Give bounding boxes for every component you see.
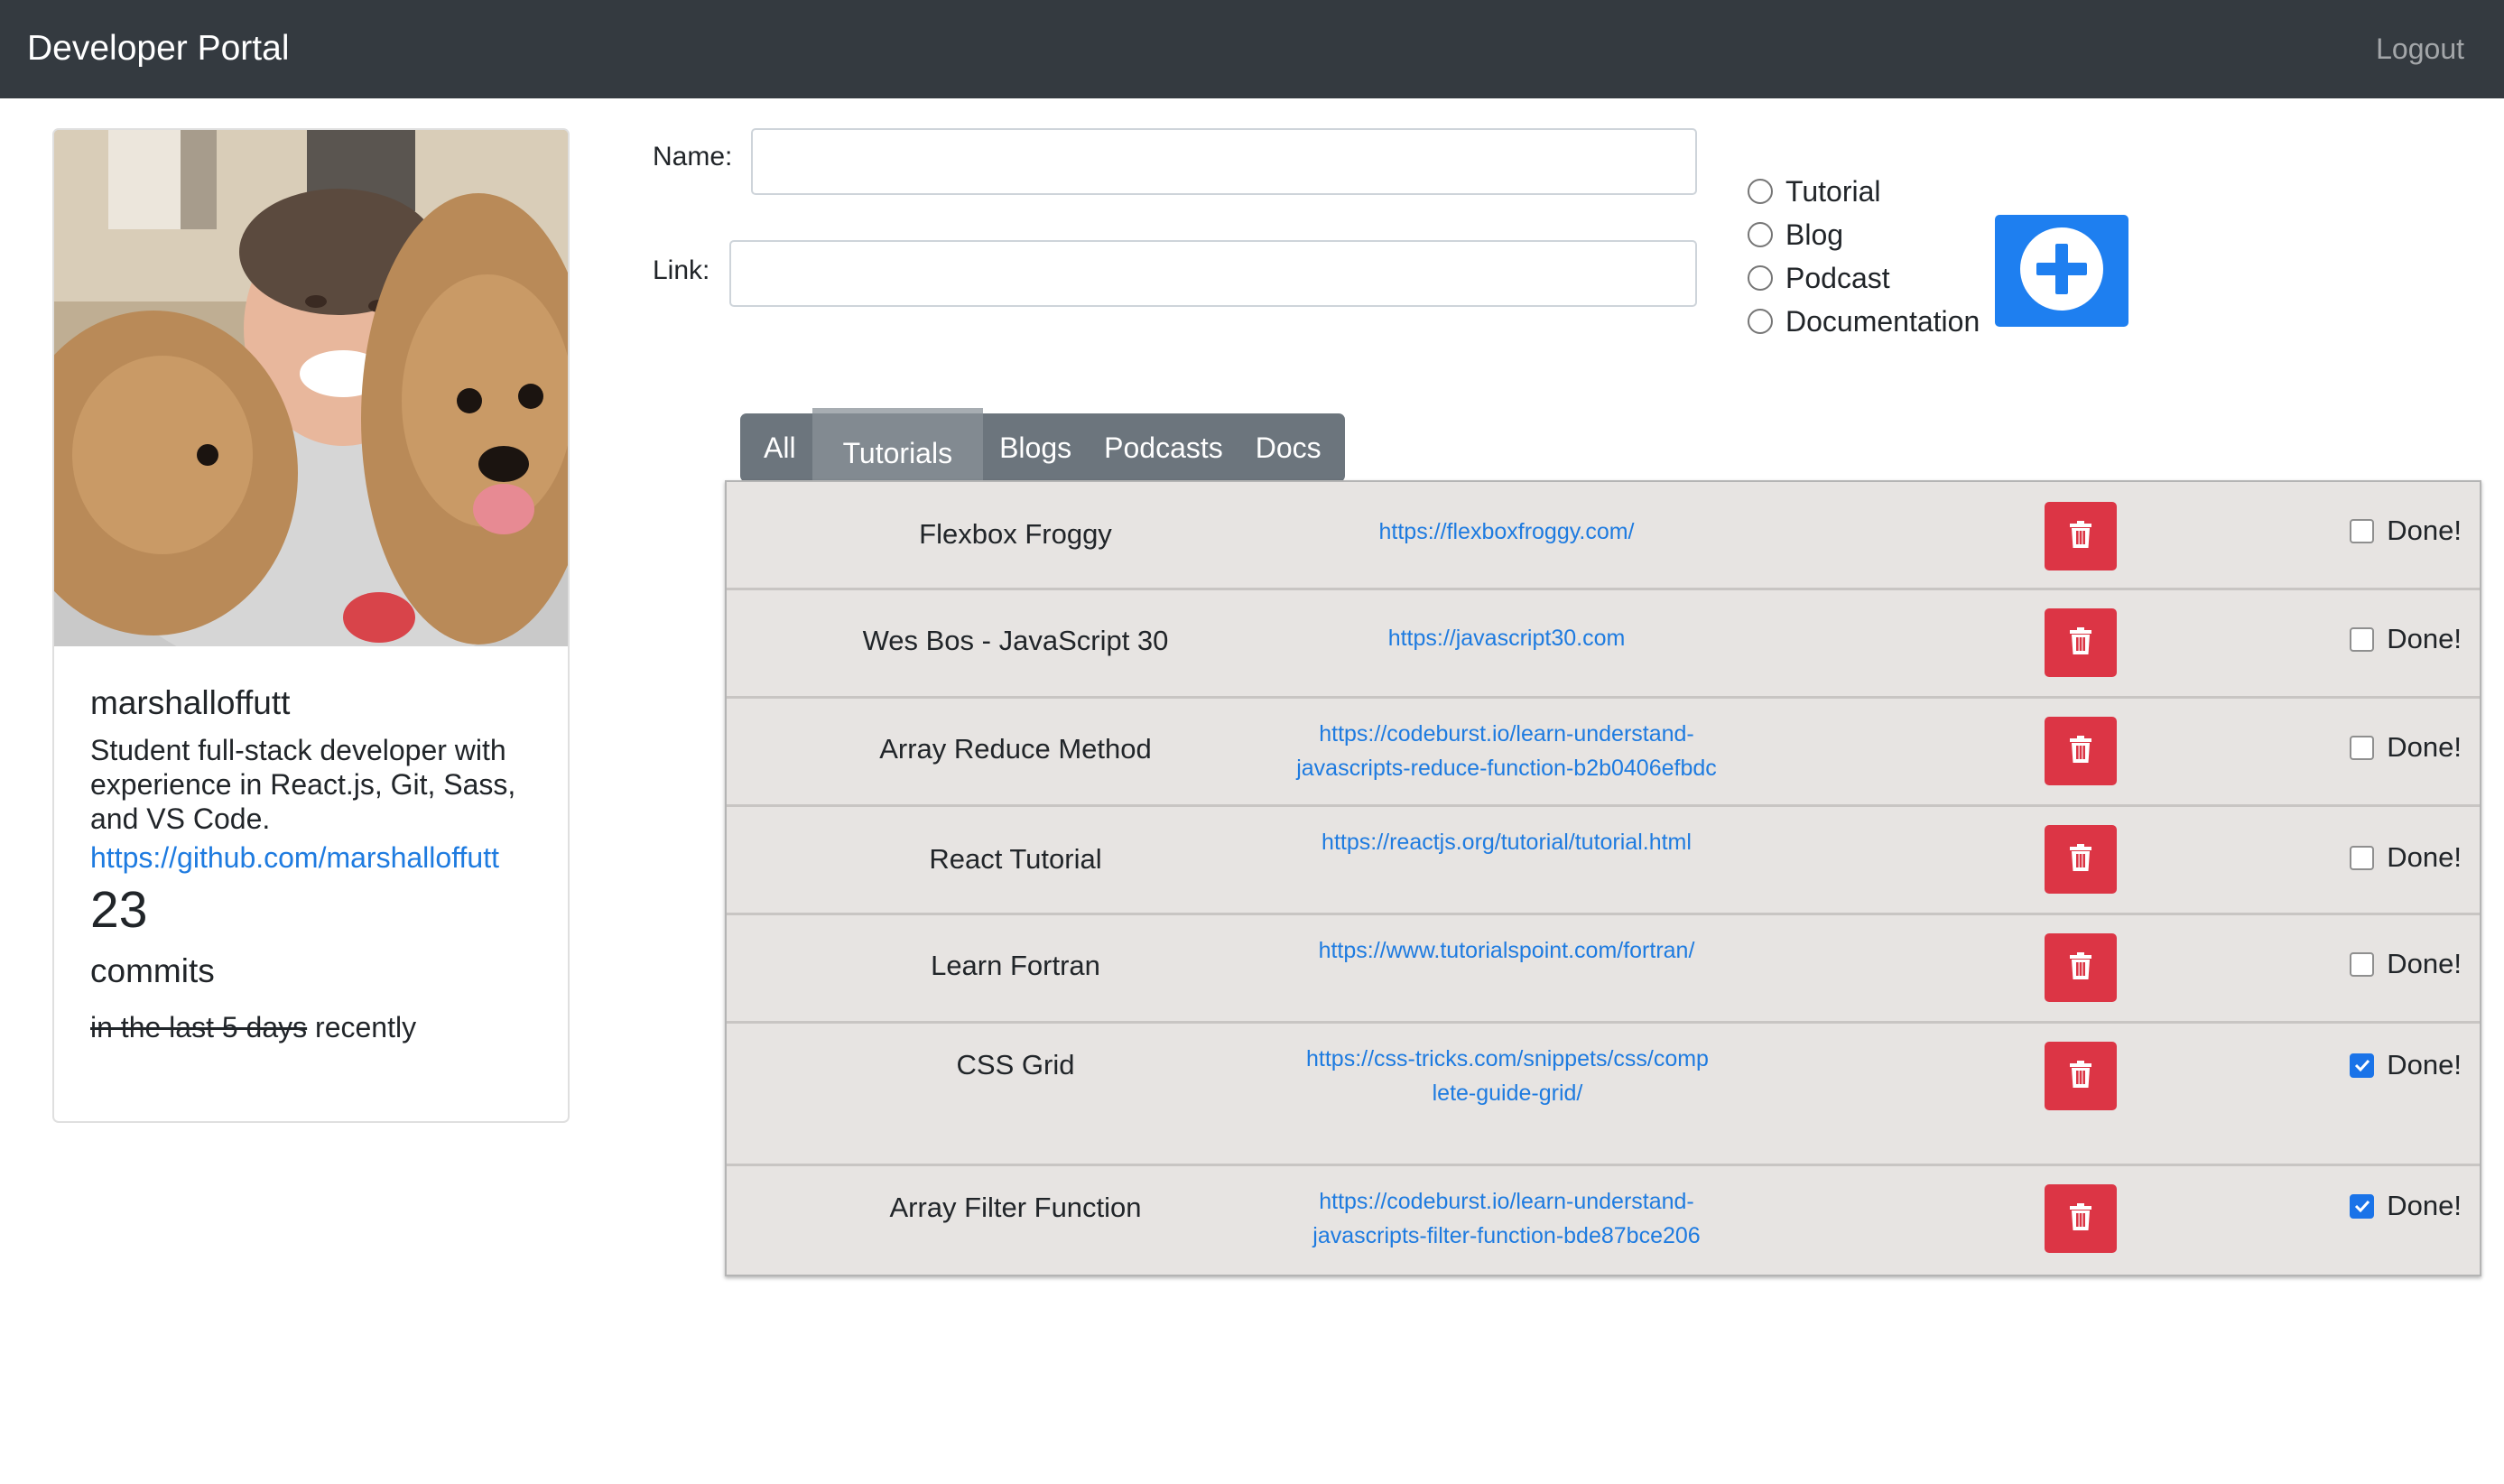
done-checkbox[interactable] (2350, 735, 2375, 760)
delete-button[interactable] (2045, 933, 2117, 1002)
link-input[interactable] (729, 240, 1697, 307)
commit-period-current: recently (315, 1011, 417, 1043)
commit-period-struck: in the last 5 days (90, 1011, 308, 1043)
resource-name: Wes Bos - JavaScript 30 (862, 625, 1169, 656)
radio-circle[interactable] (1748, 179, 1773, 204)
resource-name: Learn Fortran (931, 950, 1100, 981)
done-toggle[interactable]: Done! (2350, 841, 2462, 874)
done-label: Done! (2387, 623, 2462, 654)
trash-icon (2069, 951, 2092, 984)
table-row: Array Filter Function https://codeburst.… (727, 1166, 2480, 1275)
table-row: Array Reduce Method https://codeburst.io… (727, 699, 2480, 807)
profile-card: marshalloffutt Student full-stack develo… (52, 128, 570, 1123)
resource-name: Array Reduce Method (879, 733, 1152, 765)
resource-table: Flexbox Froggy https://flexboxfroggy.com… (725, 480, 2481, 1276)
done-toggle[interactable]: Done! (2350, 1190, 2462, 1222)
resource-link[interactable]: https://reactjs.org/tutorial/tutorial.ht… (1284, 825, 1729, 859)
name-label: Name: (653, 142, 733, 172)
trash-icon (2069, 520, 2092, 552)
resource-link[interactable]: https://codeburst.io/learn-understand-ja… (1284, 1184, 1729, 1253)
profile-username: marshalloffutt (90, 684, 291, 721)
type-radio-group: Tutorial Blog Podcast Documentation (1748, 170, 1980, 343)
profile-body: marshalloffutt Student full-stack develo… (90, 681, 541, 1047)
done-toggle[interactable]: Done! (2350, 1049, 2462, 1081)
filter-tabs: All Tutorials Blogs Podcasts Docs (740, 408, 1345, 487)
radio-documentation[interactable]: Documentation (1748, 300, 1980, 343)
done-toggle[interactable]: Done! (2350, 515, 2462, 547)
table-row: Wes Bos - JavaScript 30 https://javascri… (727, 590, 2480, 699)
trash-icon (2069, 1060, 2092, 1092)
radio-circle[interactable] (1748, 265, 1773, 291)
tab-blogs[interactable]: Blogs (983, 413, 1088, 482)
done-label: Done! (2387, 1190, 2462, 1221)
add-resource-button[interactable] (1995, 215, 2128, 327)
resource-name: Array Filter Function (889, 1192, 1142, 1223)
delete-button[interactable] (2045, 1184, 2117, 1253)
radio-label: Podcast (1785, 261, 1890, 294)
radio-label: Blog (1785, 218, 1844, 251)
delete-button[interactable] (2045, 825, 2117, 894)
delete-button[interactable] (2045, 1042, 2117, 1110)
done-toggle[interactable]: Done! (2350, 731, 2462, 764)
done-checkbox[interactable] (2350, 1193, 2375, 1219)
done-label: Done! (2387, 1049, 2462, 1081)
brand-title[interactable]: Developer Portal (27, 25, 289, 72)
done-checkbox[interactable] (2350, 518, 2375, 543)
done-label: Done! (2387, 841, 2462, 873)
table-row: Flexbox Froggy https://flexboxfroggy.com… (727, 482, 2480, 590)
check-icon (2354, 1200, 2370, 1212)
resource-link[interactable]: https://javascript30.com (1284, 621, 1729, 655)
resource-name: React Tutorial (929, 843, 1102, 875)
resource-link[interactable]: https://www.tutorialspoint.com/fortran/ (1284, 933, 1729, 968)
commit-period: in the last 5 days recently (90, 1007, 541, 1047)
github-link[interactable]: https://github.com/marshalloffutt (90, 838, 541, 877)
delete-button[interactable] (2045, 502, 2117, 570)
radio-podcast[interactable]: Podcast (1748, 256, 1980, 300)
resource-link[interactable]: https://css-tricks.com/snippets/css/comp… (1304, 1042, 1711, 1110)
done-label: Done! (2387, 948, 2462, 979)
radio-tutorial[interactable]: Tutorial (1748, 170, 1980, 213)
navbar: Developer Portal Logout (0, 0, 2504, 98)
trash-icon (2069, 1202, 2092, 1235)
profile-photo (54, 130, 568, 646)
logout-link[interactable]: Logout (2376, 27, 2464, 70)
check-icon (2354, 1059, 2370, 1071)
delete-button[interactable] (2045, 608, 2117, 677)
radio-label: Documentation (1785, 304, 1980, 338)
resource-name: Flexbox Froggy (919, 518, 1112, 550)
done-checkbox[interactable] (2350, 626, 2375, 652)
delete-button[interactable] (2045, 717, 2117, 785)
table-row: CSS Grid https://css-tricks.com/snippets… (727, 1024, 2480, 1166)
tab-docs[interactable]: Docs (1239, 413, 1345, 482)
name-input[interactable] (751, 128, 1697, 195)
trash-icon (2069, 626, 2092, 659)
radio-circle[interactable] (1748, 222, 1773, 247)
radio-label: Tutorial (1785, 174, 1881, 208)
tab-podcasts[interactable]: Podcasts (1088, 413, 1239, 482)
table-row: Learn Fortran https://www.tutorialspoint… (727, 915, 2480, 1024)
link-label: Link: (653, 255, 710, 285)
resource-link[interactable]: https://codeburst.io/learn-understand-ja… (1284, 717, 1729, 785)
trash-icon (2069, 735, 2092, 767)
done-label: Done! (2387, 731, 2462, 763)
done-label: Done! (2387, 515, 2462, 546)
radio-blog[interactable]: Blog (1748, 213, 1980, 256)
commit-count: 23 (90, 881, 148, 939)
done-checkbox[interactable] (2350, 951, 2375, 977)
done-checkbox[interactable] (2350, 1053, 2375, 1078)
done-toggle[interactable]: Done! (2350, 948, 2462, 980)
resource-name: CSS Grid (956, 1049, 1075, 1081)
radio-circle[interactable] (1748, 309, 1773, 334)
plus-circle-icon (2018, 226, 2105, 317)
trash-icon (2069, 843, 2092, 876)
table-row: React Tutorial https://reactjs.org/tutor… (727, 807, 2480, 915)
tab-all[interactable]: All (740, 413, 812, 482)
resource-link[interactable]: https://flexboxfroggy.com/ (1284, 515, 1729, 549)
profile-bio: Student full-stack developer with experi… (90, 734, 516, 835)
done-checkbox[interactable] (2350, 845, 2375, 870)
done-toggle[interactable]: Done! (2350, 623, 2462, 655)
tab-tutorials[interactable]: Tutorials (811, 408, 984, 487)
commit-label: commits (90, 952, 215, 989)
